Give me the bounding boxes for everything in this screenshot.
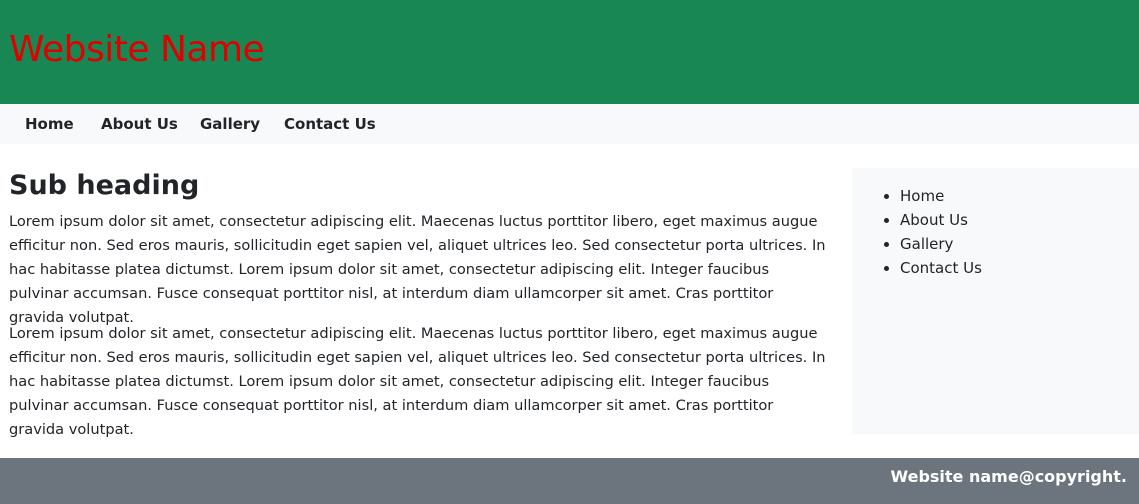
content-paragraph-2: Lorem ipsum dolor sit amet, consectetur … (9, 325, 826, 438)
site-name: Website Name (9, 29, 265, 70)
sidebar-link-list: Home About Us Gallery Contact Us (900, 184, 982, 280)
copyright-text: Website name@copyright. (890, 467, 1127, 486)
nav-item-home[interactable]: Home (25, 104, 74, 144)
sidebar-list-item: Gallery (900, 232, 982, 256)
sidebar-link-about-us[interactable]: About Us (900, 211, 968, 229)
content-paragraph-1: Lorem ipsum dolor sit amet, consectetur … (9, 213, 826, 326)
sub-heading: Sub heading (9, 170, 200, 201)
sidebar-list-item: Home (900, 184, 982, 208)
site-header: Website Name (0, 0, 1139, 104)
sidebar: Home About Us Gallery Contact Us (852, 168, 1139, 434)
sidebar-link-contact-us[interactable]: Contact Us (900, 259, 982, 277)
sidebar-list-item: Contact Us (900, 256, 982, 280)
top-navbar: Home About Us Gallery Contact Us (0, 104, 1139, 144)
sidebar-link-gallery[interactable]: Gallery (900, 235, 953, 253)
nav-item-gallery[interactable]: Gallery (200, 104, 260, 144)
sidebar-link-home[interactable]: Home (900, 187, 944, 205)
nav-item-contact-us[interactable]: Contact Us (284, 104, 376, 144)
sidebar-list-item: About Us (900, 208, 982, 232)
site-footer: Website name@copyright. (0, 458, 1139, 504)
nav-item-about-us[interactable]: About Us (101, 104, 178, 144)
